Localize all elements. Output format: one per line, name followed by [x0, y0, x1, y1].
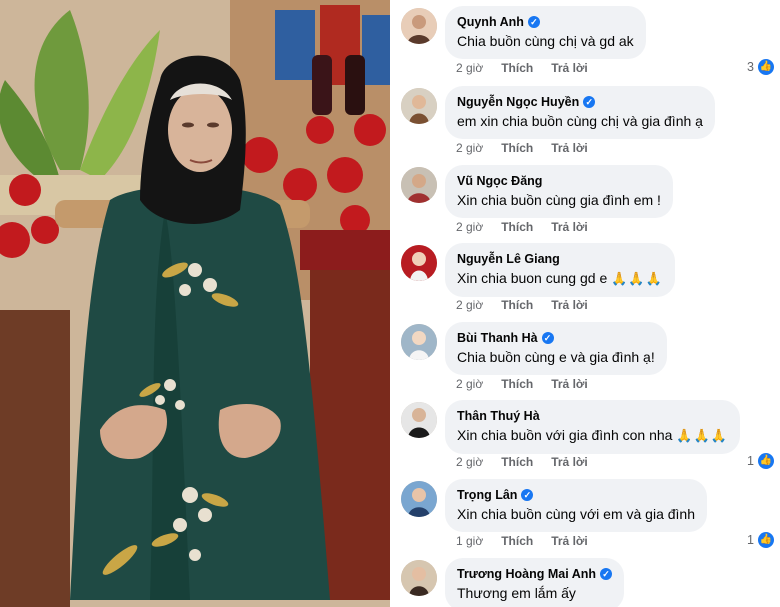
comment-item: Nguyễn Lê Giang Xin chia buon cung gd e …	[390, 241, 780, 319]
comment-time[interactable]: 1 giờ	[456, 534, 483, 548]
comment-time[interactable]: 2 giờ	[456, 61, 483, 75]
thumbs-up-icon: 👍	[758, 59, 774, 75]
reaction-count[interactable]: 3 👍	[747, 59, 774, 75]
reaction-count[interactable]: 1 👍	[747, 532, 774, 548]
like-link[interactable]: Thích	[501, 141, 533, 155]
comment-bubble: Quynh Anh ✓ Chia buồn cùng chị và gd ak	[445, 6, 646, 59]
comments-list: Quynh Anh ✓ Chia buồn cùng chị và gd ak …	[390, 0, 780, 607]
comment-bubble: Trương Hoàng Mai Anh ✓ Thương em lắm ấy	[445, 558, 624, 607]
comment-bubble: Nguyễn Ngọc Huyền ✓ em xin chia buồn cùn…	[445, 86, 715, 139]
memorial-photo	[0, 0, 390, 607]
praying-hands-emoji: 🙏🙏🙏	[611, 271, 663, 286]
comment-item: Quynh Anh ✓ Chia buồn cùng chị và gd ak …	[390, 4, 780, 82]
comment-time[interactable]: 2 giờ	[456, 298, 483, 312]
comment-author[interactable]: Vũ Ngọc Đăng	[457, 174, 542, 188]
reply-link[interactable]: Trả lời	[551, 455, 588, 469]
verified-badge-icon: ✓	[600, 567, 612, 580]
comment-author[interactable]: Nguyễn Lê Giang	[457, 252, 560, 266]
reply-link[interactable]: Trả lời	[551, 141, 588, 155]
like-link[interactable]: Thích	[501, 377, 533, 391]
comment-author[interactable]: Bùi Thanh Hà	[457, 331, 538, 345]
reaction-count-value: 1	[747, 533, 754, 547]
comment-time[interactable]: 2 giờ	[456, 141, 483, 155]
comment-text: Xin chia buồn với gia đình con nha 🙏🙏🙏	[457, 425, 728, 446]
like-link[interactable]: Thích	[501, 534, 533, 548]
like-link[interactable]: Thích	[501, 220, 533, 234]
comment-text: Chia buồn cùng e và gia đình ạ!	[457, 349, 655, 365]
avatar[interactable]	[401, 8, 437, 44]
reaction-count[interactable]: 1 👍	[747, 453, 774, 469]
comment-item: Trương Hoàng Mai Anh ✓ Thương em lắm ấy	[390, 556, 780, 607]
comment-item: Thân Thuý Hà Xin chia buồn với gia đình …	[390, 398, 780, 476]
like-link[interactable]: Thích	[501, 61, 533, 75]
comment-author[interactable]: Quynh Anh	[457, 15, 524, 29]
comment-author[interactable]: Thân Thuý Hà	[457, 409, 540, 423]
thumbs-up-icon: 👍	[758, 453, 774, 469]
praying-hands-emoji: 🙏🙏🙏	[676, 428, 728, 443]
elderly-woman-portrait	[0, 0, 390, 607]
comment-bubble: Trọng Lân ✓ Xin chia buồn cùng với em và…	[445, 479, 707, 532]
comment-item: Trọng Lân ✓ Xin chia buồn cùng với em và…	[390, 477, 780, 555]
comment-text: Xin chia buồn cùng gia đình em !	[457, 192, 661, 208]
comment-text-body: Xin chia buon cung gd e	[457, 270, 608, 286]
comment-bubble: Thân Thuý Hà Xin chia buồn với gia đình …	[445, 400, 740, 454]
comment-bubble: Vũ Ngọc Đăng Xin chia buồn cùng gia đình…	[445, 165, 673, 218]
reply-link[interactable]: Trả lời	[551, 61, 588, 75]
avatar[interactable]	[401, 88, 437, 124]
comment-bubble: Nguyễn Lê Giang Xin chia buon cung gd e …	[445, 243, 675, 297]
reply-link[interactable]: Trả lời	[551, 534, 588, 548]
comment-item: Vũ Ngọc Đăng Xin chia buồn cùng gia đình…	[390, 163, 780, 241]
reaction-count-value: 3	[747, 60, 754, 74]
comment-text-body: Xin chia buồn với gia đình con nha	[457, 427, 673, 443]
comment-item: Nguyễn Ngọc Huyền ✓ em xin chia buồn cùn…	[390, 84, 780, 162]
reply-link[interactable]: Trả lời	[551, 298, 588, 312]
like-link[interactable]: Thích	[501, 455, 533, 469]
comment-item: Bùi Thanh Hà ✓ Chia buồn cùng e và gia đ…	[390, 320, 780, 398]
comment-author[interactable]: Trọng Lân	[457, 488, 517, 502]
like-link[interactable]: Thích	[501, 298, 533, 312]
comment-text: Thương em lắm ấy	[457, 585, 576, 601]
comment-text: Xin chia buon cung gd e 🙏🙏🙏	[457, 268, 663, 289]
comment-author[interactable]: Trương Hoàng Mai Anh	[457, 567, 596, 581]
comment-text: em xin chia buồn cùng chị và gia đình ạ	[457, 113, 703, 129]
thumbs-up-icon: 👍	[758, 532, 774, 548]
verified-badge-icon: ✓	[541, 331, 554, 344]
comment-bubble: Bùi Thanh Hà ✓ Chia buồn cùng e và gia đ…	[445, 322, 667, 375]
comment-time[interactable]: 2 giờ	[456, 220, 483, 234]
comment-time[interactable]: 2 giờ	[456, 455, 483, 469]
comment-text: Chia buồn cùng chị và gd ak	[457, 33, 634, 49]
reaction-count-value: 1	[747, 454, 754, 468]
verified-badge-icon: ✓	[583, 95, 596, 108]
reply-link[interactable]: Trả lời	[551, 220, 588, 234]
avatar[interactable]	[401, 481, 437, 517]
verified-badge-icon: ✓	[521, 488, 534, 501]
avatar[interactable]	[401, 560, 437, 596]
comment-time[interactable]: 2 giờ	[456, 377, 483, 391]
comment-text: Xin chia buồn cùng với em và gia đình	[457, 506, 695, 522]
avatar[interactable]	[401, 324, 437, 360]
verified-badge-icon: ✓	[527, 15, 540, 28]
avatar[interactable]	[401, 402, 437, 438]
reply-link[interactable]: Trả lời	[551, 377, 588, 391]
comment-author[interactable]: Nguyễn Ngọc Huyền	[457, 95, 579, 109]
avatar[interactable]	[401, 167, 437, 203]
avatar[interactable]	[401, 245, 437, 281]
